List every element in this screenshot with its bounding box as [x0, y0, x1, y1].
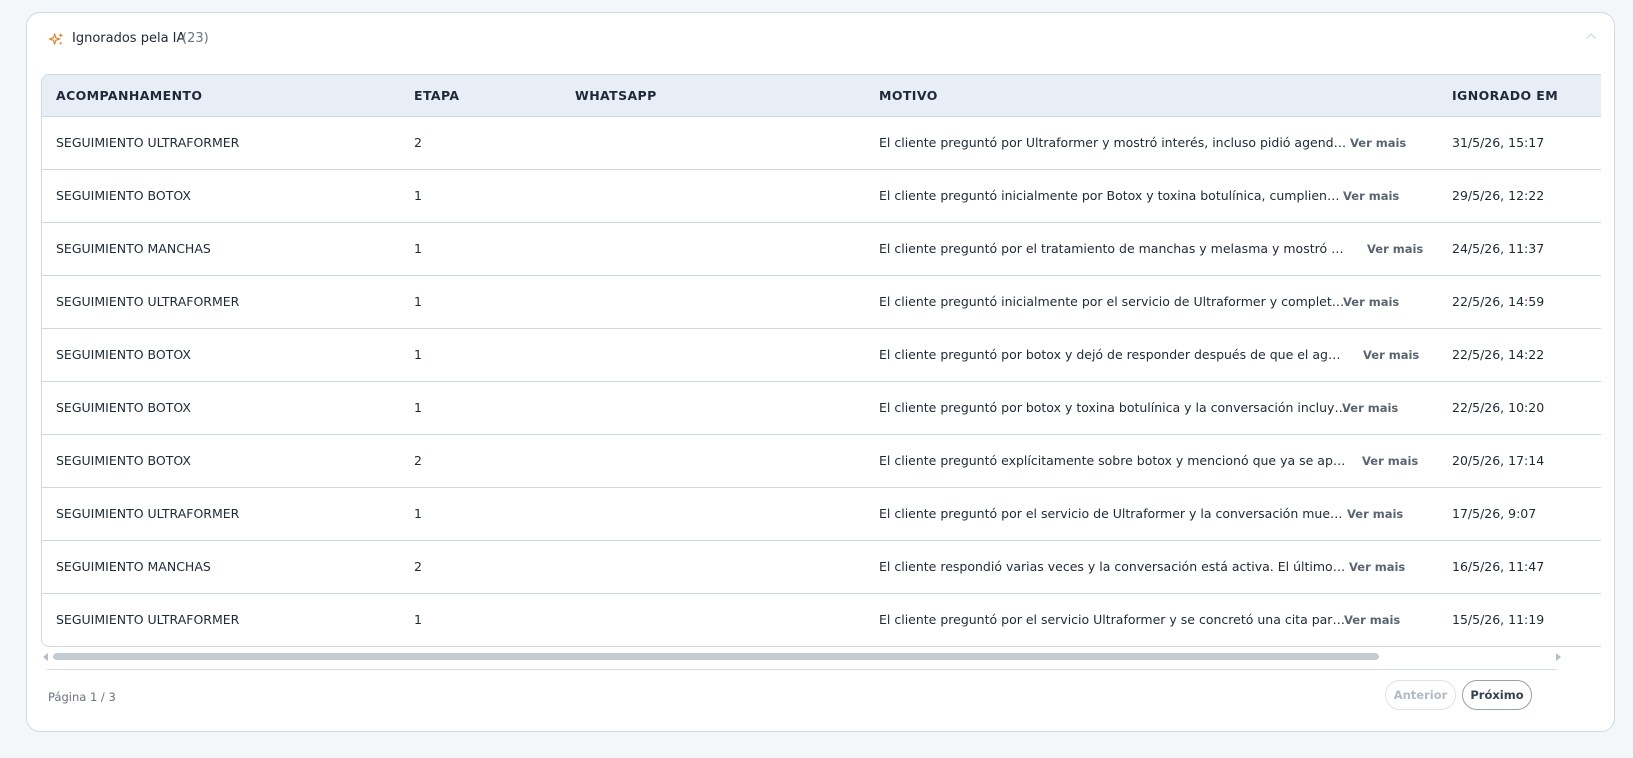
cell-motivo: El cliente preguntó por botox y dejó de … — [879, 347, 1347, 362]
ver-mais-link[interactable]: Ver mais — [1363, 348, 1419, 362]
ignored-by-ai-panel: Ignorados pela IA (23) ACOMPANHAMENTO ET… — [26, 12, 1615, 732]
ver-mais-link[interactable]: Ver mais — [1343, 189, 1399, 203]
cell-acompanhamento: SEGUIMIENTO MANCHAS — [56, 559, 211, 574]
ver-mais-link[interactable]: Ver mais — [1362, 454, 1418, 468]
ver-mais-link[interactable]: Ver mais — [1343, 295, 1399, 309]
cell-ignorado-em: 29/5/26, 12:22 — [1452, 188, 1545, 203]
cell-motivo: El cliente respondió varias veces y la c… — [879, 559, 1347, 574]
ignored-table: ACOMPANHAMENTO ETAPA WHATSAPP MOTIVO IGN… — [41, 74, 1601, 647]
horizontal-scrollbar[interactable] — [41, 651, 1561, 663]
cell-motivo: El cliente preguntó por botox y toxina b… — [879, 400, 1347, 415]
cell-etapa: 1 — [414, 506, 422, 521]
cell-ignorado-em: 24/5/26, 11:37 — [1452, 241, 1545, 256]
column-header-acompanhamento[interactable]: ACOMPANHAMENTO — [56, 88, 202, 103]
scroll-right-arrow-icon[interactable] — [1556, 653, 1561, 661]
cell-motivo: El cliente preguntó inicialmente por Bot… — [879, 188, 1347, 203]
cell-acompanhamento: SEGUIMIENTO BOTOX — [56, 453, 191, 468]
scrollbar-thumb[interactable] — [53, 653, 1380, 660]
cell-motivo: El cliente preguntó por Ultraformer y mo… — [879, 135, 1347, 150]
table-row[interactable]: SEGUIMIENTO ULTRAFORMER 1 El cliente pregu… — [42, 488, 1601, 541]
previous-page-button[interactable]: Anterior — [1385, 680, 1456, 710]
cell-ignorado-em: 17/5/26, 9:07 — [1452, 506, 1537, 521]
cell-ignorado-em: 22/5/26, 14:22 — [1452, 347, 1545, 362]
table-row[interactable]: SEGUIMIENTO MANCHAS 1 El cliente preguntó … — [42, 223, 1601, 276]
table-body: SEGUIMIENTO ULTRAFORMER 2 El cliente pregu… — [42, 117, 1601, 646]
column-header-ignorado-em[interactable]: IGNORADO EM — [1452, 88, 1558, 103]
table-row[interactable]: SEGUIMIENTO MANCHAS 2 El cliente respondió… — [42, 541, 1601, 594]
cell-ignorado-em: 15/5/26, 11:19 — [1452, 612, 1545, 627]
cell-acompanhamento: SEGUIMIENTO ULTRAFORMER — [56, 612, 240, 627]
cell-acompanhamento: SEGUIMIENTO MANCHAS — [56, 241, 211, 256]
chevron-up-icon[interactable] — [1584, 29, 1598, 43]
cell-motivo: El cliente preguntó por el servicio Ultr… — [879, 612, 1347, 627]
next-page-button[interactable]: Próximo — [1462, 680, 1532, 710]
cell-motivo: El cliente preguntó por el servicio de U… — [879, 506, 1347, 521]
cell-etapa: 2 — [414, 135, 422, 150]
table-row[interactable]: SEGUIMIENTO BOTOX 1 El cliente preguntó po… — [42, 382, 1601, 435]
cell-etapa: 2 — [414, 453, 422, 468]
cell-acompanhamento: SEGUIMIENTO BOTOX — [56, 188, 191, 203]
ver-mais-link[interactable]: Ver mais — [1347, 507, 1403, 521]
column-header-whatsapp[interactable]: WHATSAPP — [575, 88, 657, 103]
cell-etapa: 1 — [414, 188, 422, 203]
scrollbar-track[interactable] — [53, 653, 1543, 660]
panel-title: Ignorados pela IA — [72, 31, 186, 46]
table-header: ACOMPANHAMENTO ETAPA WHATSAPP MOTIVO IGN… — [42, 75, 1601, 117]
cell-etapa: 1 — [414, 347, 422, 362]
cell-acompanhamento: SEGUIMIENTO ULTRAFORMER — [56, 294, 240, 309]
cell-motivo: El cliente preguntó por el tratamiento d… — [879, 241, 1347, 256]
table-row[interactable]: SEGUIMIENTO ULTRAFORMER 1 El cliente pregu… — [42, 276, 1601, 329]
page-info: Página 1 / 3 — [48, 690, 116, 704]
panel-count: (23) — [182, 31, 209, 46]
cell-acompanhamento: SEGUIMIENTO BOTOX — [56, 347, 191, 362]
table-row[interactable]: SEGUIMIENTO BOTOX 1 El cliente preguntó po… — [42, 329, 1601, 382]
cell-ignorado-em: 20/5/26, 17:14 — [1452, 453, 1545, 468]
ver-mais-link[interactable]: Ver mais — [1349, 560, 1405, 574]
sparkle-icon — [49, 32, 64, 46]
cell-ignorado-em: 16/5/26, 11:47 — [1452, 559, 1545, 574]
cell-motivo: El cliente preguntó explícitamente sobre… — [879, 453, 1347, 468]
footer-divider — [47, 669, 1557, 670]
table-row[interactable]: SEGUIMIENTO BOTOX 1 El cliente preguntó in… — [42, 170, 1601, 223]
cell-etapa: 1 — [414, 400, 422, 415]
cell-acompanhamento: SEGUIMIENTO ULTRAFORMER — [56, 506, 240, 521]
cell-etapa: 1 — [414, 294, 422, 309]
cell-acompanhamento: SEGUIMIENTO ULTRAFORMER — [56, 135, 240, 150]
panel-header[interactable]: Ignorados pela IA (23) — [27, 13, 1614, 63]
ver-mais-link[interactable]: Ver mais — [1344, 613, 1400, 627]
ver-mais-link[interactable]: Ver mais — [1342, 401, 1398, 415]
cell-etapa: 1 — [414, 612, 422, 627]
ver-mais-link[interactable]: Ver mais — [1367, 242, 1423, 256]
cell-motivo: El cliente preguntó inicialmente por el … — [879, 294, 1347, 309]
cell-etapa: 2 — [414, 559, 422, 574]
cell-ignorado-em: 31/5/26, 15:17 — [1452, 135, 1545, 150]
table-row[interactable]: SEGUIMIENTO ULTRAFORMER 1 El cliente pregu… — [42, 594, 1601, 646]
column-header-motivo[interactable]: MOTIVO — [879, 88, 938, 103]
cell-ignorado-em: 22/5/26, 10:20 — [1452, 400, 1545, 415]
cell-ignorado-em: 22/5/26, 14:59 — [1452, 294, 1545, 309]
ver-mais-link[interactable]: Ver mais — [1350, 136, 1406, 150]
scroll-left-arrow-icon[interactable] — [43, 653, 48, 661]
table-row[interactable]: SEGUIMIENTO ULTRAFORMER 2 El cliente pregu… — [42, 117, 1601, 170]
table-row[interactable]: SEGUIMIENTO BOTOX 2 El cliente preguntó ex… — [42, 435, 1601, 488]
column-header-etapa[interactable]: ETAPA — [414, 88, 459, 103]
cell-acompanhamento: SEGUIMIENTO BOTOX — [56, 400, 191, 415]
cell-etapa: 1 — [414, 241, 422, 256]
